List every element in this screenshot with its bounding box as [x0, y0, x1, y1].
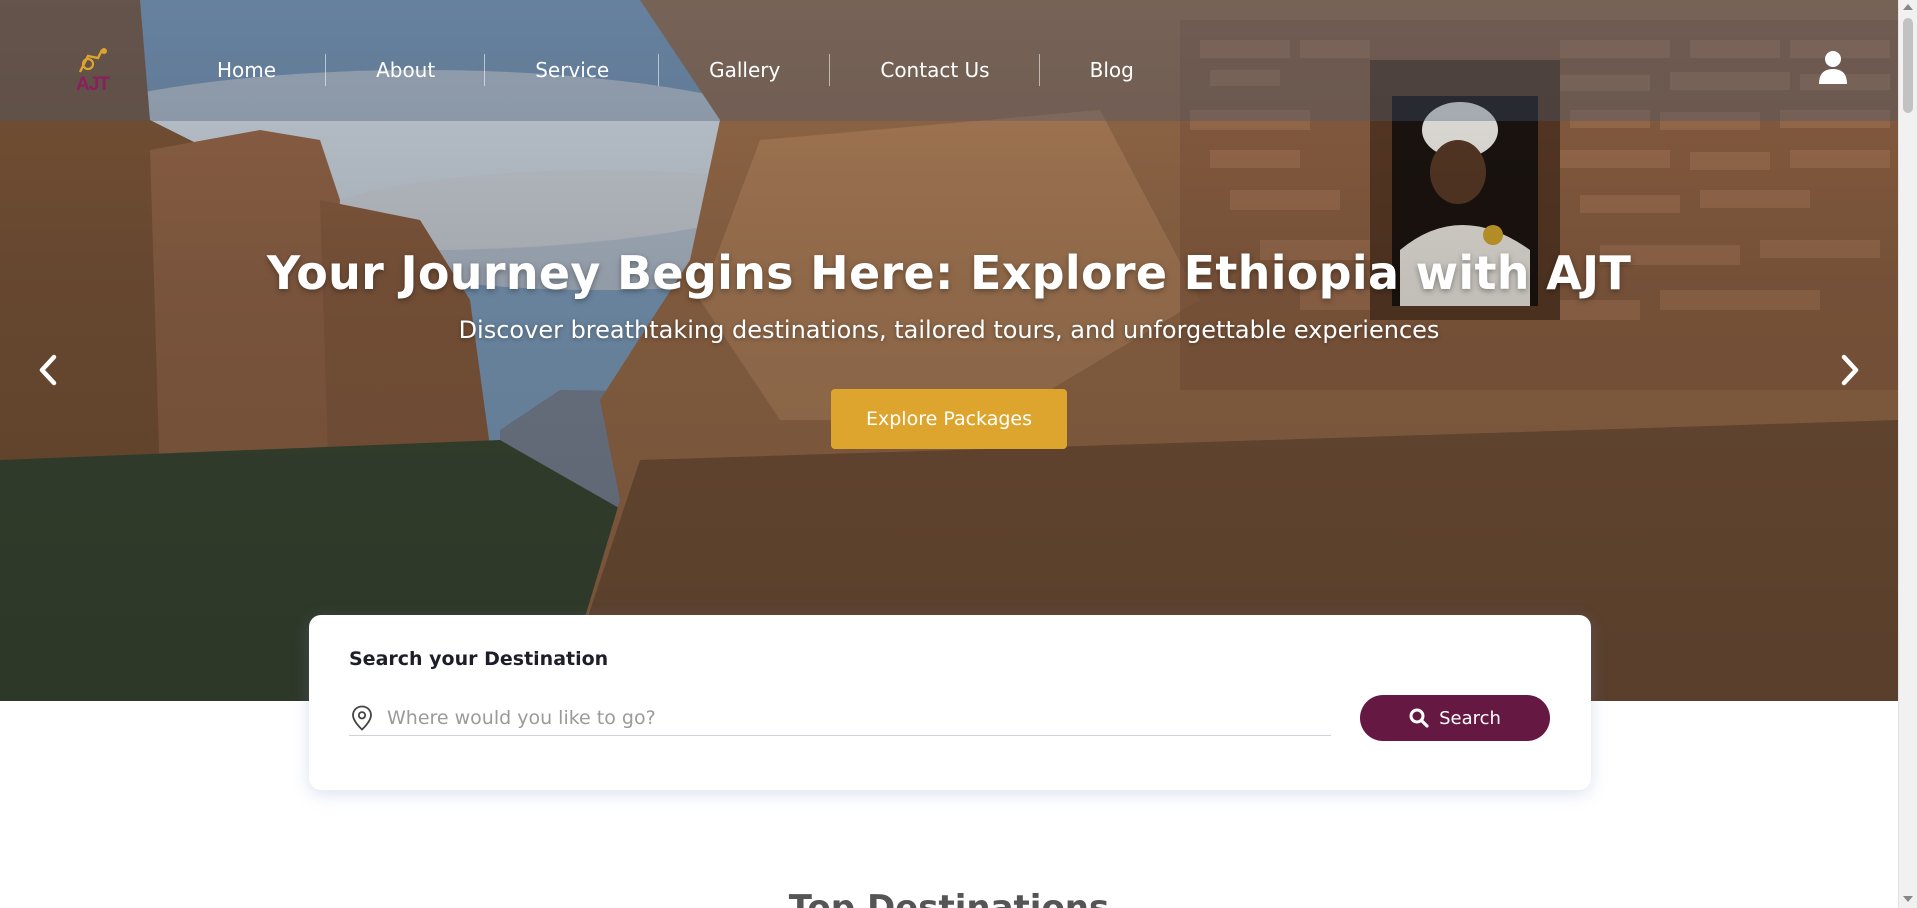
user-icon[interactable]: [1817, 50, 1849, 84]
nav-gallery[interactable]: Gallery: [659, 52, 831, 88]
explore-packages-button[interactable]: Explore Packages: [831, 389, 1067, 449]
primary-nav: Home About Service Gallery Contact Us Bl…: [167, 52, 1184, 88]
hero-subtitle: Discover breathtaking destinations, tail…: [458, 316, 1440, 344]
nav-about[interactable]: About: [326, 52, 486, 88]
nav-blog[interactable]: Blog: [1040, 52, 1184, 88]
hero-carousel: AJT Home About Service Gallery Contact U…: [0, 0, 1898, 701]
map-pin-icon: [349, 704, 375, 732]
chevron-right-icon: [1841, 354, 1859, 386]
search-icon: [1409, 708, 1429, 728]
section-title-top-destinations: Top Destinations: [788, 888, 1110, 908]
destination-search-card: Search your Destination Search: [309, 615, 1591, 790]
page-viewport: AJT Home About Service Gallery Contact U…: [0, 0, 1898, 908]
nav-contact-us[interactable]: Contact Us: [830, 52, 1040, 88]
scroll-up-arrow-icon[interactable]: [1903, 4, 1913, 10]
carousel-next-button[interactable]: [1836, 352, 1864, 388]
scrollbar-thumb[interactable]: [1903, 18, 1913, 113]
search-button-label: Search: [1439, 707, 1501, 729]
chevron-left-icon: [39, 354, 57, 386]
destination-search-input[interactable]: [387, 706, 1307, 729]
nav-home[interactable]: Home: [167, 52, 327, 88]
logo-text: AJT: [76, 74, 110, 95]
top-navbar: AJT Home About Service Gallery Contact U…: [0, 0, 1898, 121]
page-scrollbar[interactable]: [1898, 0, 1917, 908]
search-button[interactable]: Search: [1360, 695, 1550, 741]
logo-mark-icon: [78, 48, 107, 73]
site-logo[interactable]: AJT: [74, 46, 122, 98]
destination-field: [349, 700, 1331, 736]
nav-service[interactable]: Service: [485, 52, 660, 88]
scroll-down-arrow-icon[interactable]: [1903, 896, 1913, 902]
hero-title: Your Journey Begins Here: Explore Ethiop…: [266, 246, 1632, 300]
carousel-prev-button[interactable]: [34, 352, 62, 388]
search-heading: Search your Destination: [349, 648, 609, 670]
